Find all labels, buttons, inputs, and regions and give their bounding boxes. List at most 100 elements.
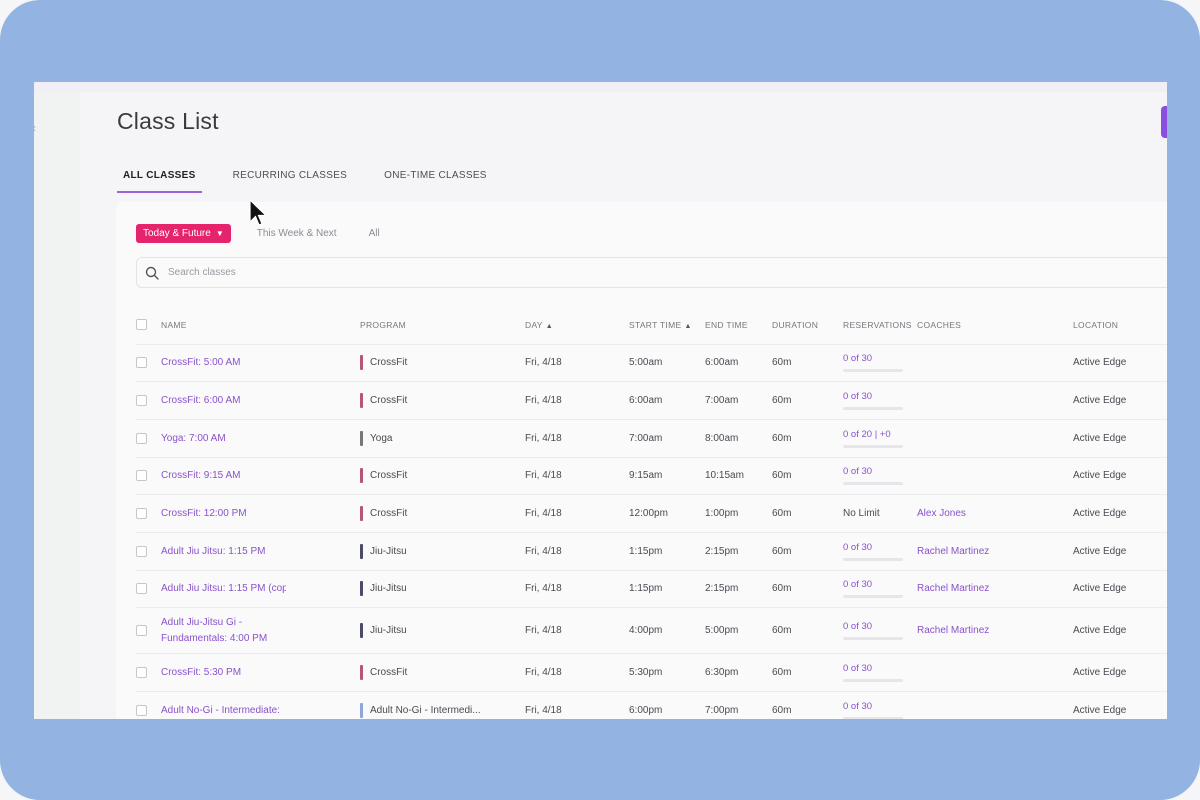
reservations-value: No Limit [843, 508, 880, 520]
start-time-cell: 1:15pm [629, 569, 705, 608]
location-cell: Active Edge [1073, 456, 1167, 495]
filter-all[interactable]: All [369, 228, 380, 239]
table-row[interactable]: Adult Jiu-Jitsu Gi - Fundamentals: 4:00 … [136, 607, 1167, 654]
class-name-link[interactable]: CrossFit: 9:15 AM [161, 470, 286, 481]
class-name-link[interactable]: CrossFit: 5:00 AM [161, 357, 286, 368]
row-checkbox[interactable] [136, 470, 147, 482]
class-name-link[interactable]: Adult Jiu Jitsu: 1:15 PM [161, 546, 286, 557]
day-cell: Fri, 4/18 [525, 494, 629, 533]
duration-cell: 60m [772, 653, 843, 692]
tab-all-classes[interactable]: ALL CLASSES [117, 167, 202, 193]
location-cell: Active Edge [1073, 607, 1167, 654]
table-row[interactable]: CrossFit: 5:30 PM CrossFit Fri, 4/18 5:30pm… [136, 653, 1167, 692]
row-checkbox[interactable] [136, 705, 147, 717]
program-cell: CrossFit [360, 665, 525, 681]
location-cell: Active Edge [1073, 531, 1167, 571]
reservations-progress-bar [843, 482, 903, 486]
table-row[interactable]: Adult Jiu Jitsu: 1:15 PM (copy) Jiu-Jitsu… [136, 569, 1167, 608]
tab-recurring-classes[interactable]: RECURRING CLASSES [227, 167, 354, 193]
reservations-link[interactable]: 0 of 30 [843, 391, 917, 402]
class-name-link[interactable]: CrossFit: 12:00 PM [161, 508, 286, 519]
duration-cell: 60m [772, 343, 843, 382]
row-checkbox[interactable] [136, 394, 147, 406]
reservations-progress-bar [843, 557, 903, 561]
reservations-cell: 0 of 20 | +0 [843, 418, 917, 458]
class-name-link[interactable]: CrossFit: 5:30 PM [161, 667, 286, 678]
table-row[interactable]: Adult Jiu Jitsu: 1:15 PM Jiu-Jitsu Fri, 4/… [136, 531, 1167, 571]
day-cell: Fri, 4/18 [525, 418, 629, 458]
location-cell: Active Edge [1073, 691, 1167, 719]
select-all-checkbox[interactable] [136, 319, 147, 331]
reservations-link[interactable]: 0 of 30 [843, 353, 917, 364]
row-checkbox[interactable] [136, 545, 147, 557]
header-name: NAME [161, 319, 187, 330]
day-cell: Fri, 4/18 [525, 691, 629, 719]
reservations-link[interactable]: 0 of 30 [843, 621, 917, 632]
end-time-cell: 6:30pm [705, 653, 772, 692]
end-time-cell: 1:00pm [705, 494, 772, 533]
table-row[interactable]: Yoga: 7:00 AM Yoga Fri, 4/18 7:00am 8:00am 60… [136, 418, 1167, 458]
table-row[interactable]: Adult No-Gi - Intermediate: Adult No-Gi -… [136, 691, 1167, 719]
header-day[interactable]: DAY ▲︎ [525, 306, 629, 344]
row-checkbox[interactable] [136, 625, 147, 637]
program-color-bar [360, 506, 363, 522]
duration-cell: 60m [772, 494, 843, 533]
search-input[interactable] [168, 267, 768, 278]
program-cell: CrossFit [360, 468, 525, 484]
coach-link[interactable]: Rachel Martinez [917, 546, 989, 557]
reservations-progress-bar [843, 679, 903, 683]
row-checkbox[interactable] [136, 357, 147, 369]
primary-action-button[interactable] [1161, 106, 1167, 138]
row-checkbox[interactable] [136, 508, 147, 520]
reservations-link[interactable]: 0 of 30 [843, 701, 917, 712]
class-name-link[interactable]: Yoga: 7:00 AM [161, 433, 286, 444]
reservations-cell: 0 of 30 [843, 531, 917, 571]
date-filter-dropdown[interactable]: Today & Future ▼ [136, 224, 231, 243]
class-name-link[interactable]: Adult Jiu-Jitsu Gi - Fundamentals: 4:00 … [161, 615, 286, 647]
program-color-bar [360, 430, 363, 446]
reservations-link[interactable]: 0 of 30 [843, 663, 917, 674]
sort-icon: ▲︎ [545, 322, 553, 330]
program-name: Yoga [370, 432, 393, 444]
end-time-cell: 7:00pm [705, 691, 772, 719]
reservations-cell: 0 of 30 [843, 607, 917, 654]
end-time-cell: 8:00am [705, 418, 772, 458]
reservations-link[interactable]: 0 of 20 | +0 [843, 429, 917, 440]
start-time-cell: 6:00pm [629, 691, 705, 719]
class-name-link[interactable]: Adult No-Gi - Intermediate: [161, 705, 286, 716]
row-checkbox[interactable] [136, 432, 147, 444]
program-name: Jiu-Jitsu [370, 625, 407, 637]
class-name-link[interactable]: CrossFit: 6:00 AM [161, 395, 286, 406]
start-time-cell: 5:00am [629, 343, 705, 382]
duration-cell: 60m [772, 381, 843, 420]
end-time-cell: 10:15am [705, 456, 772, 495]
class-name-link[interactable]: Adult Jiu Jitsu: 1:15 PM (copy) [161, 583, 286, 594]
day-cell: Fri, 4/18 [525, 569, 629, 608]
row-checkbox[interactable] [136, 667, 147, 679]
filter-this-week-next[interactable]: This Week & Next [257, 228, 337, 239]
coach-link[interactable]: Rachel Martinez [917, 625, 989, 636]
reservations-link[interactable]: 0 of 30 [843, 579, 917, 590]
coach-link[interactable]: Rachel Martinez [917, 583, 989, 594]
row-checkbox[interactable] [136, 583, 147, 595]
coach-link[interactable]: Alex Jones [917, 508, 966, 519]
header-coaches: COACHES [917, 319, 962, 330]
program-color-bar [360, 703, 363, 719]
table-row[interactable]: CrossFit: 5:00 AM CrossFit Fri, 4/18 5:00am… [136, 343, 1167, 382]
table-row[interactable]: CrossFit: 9:15 AM CrossFit Fri, 4/18 9:15am… [136, 456, 1167, 495]
table-row[interactable]: CrossFit: 12:00 PM CrossFit Fri, 4/18 12:00… [136, 494, 1167, 533]
program-cell: Jiu-Jitsu [360, 543, 525, 559]
header-start-time[interactable]: START TIME ▲︎ [629, 306, 705, 344]
reservations-link[interactable]: 0 of 30 [843, 542, 917, 553]
search-icon [145, 266, 159, 280]
reservations-link[interactable]: 0 of 30 [843, 466, 917, 477]
table-row[interactable]: CrossFit: 6:00 AM CrossFit Fri, 4/18 6:00am… [136, 381, 1167, 420]
header-duration: DURATION [772, 319, 819, 330]
day-cell: Fri, 4/18 [525, 381, 629, 420]
duration-cell: 60m [772, 691, 843, 719]
top-strip [34, 82, 1167, 92]
class-tabs: ALL CLASSES RECURRING CLASSES ONE-TIME C… [117, 167, 518, 195]
collapse-icon[interactable]: ‹ [34, 120, 44, 136]
reservations-cell: 0 of 30 [843, 343, 917, 382]
tab-one-time-classes[interactable]: ONE-TIME CLASSES [378, 167, 493, 193]
